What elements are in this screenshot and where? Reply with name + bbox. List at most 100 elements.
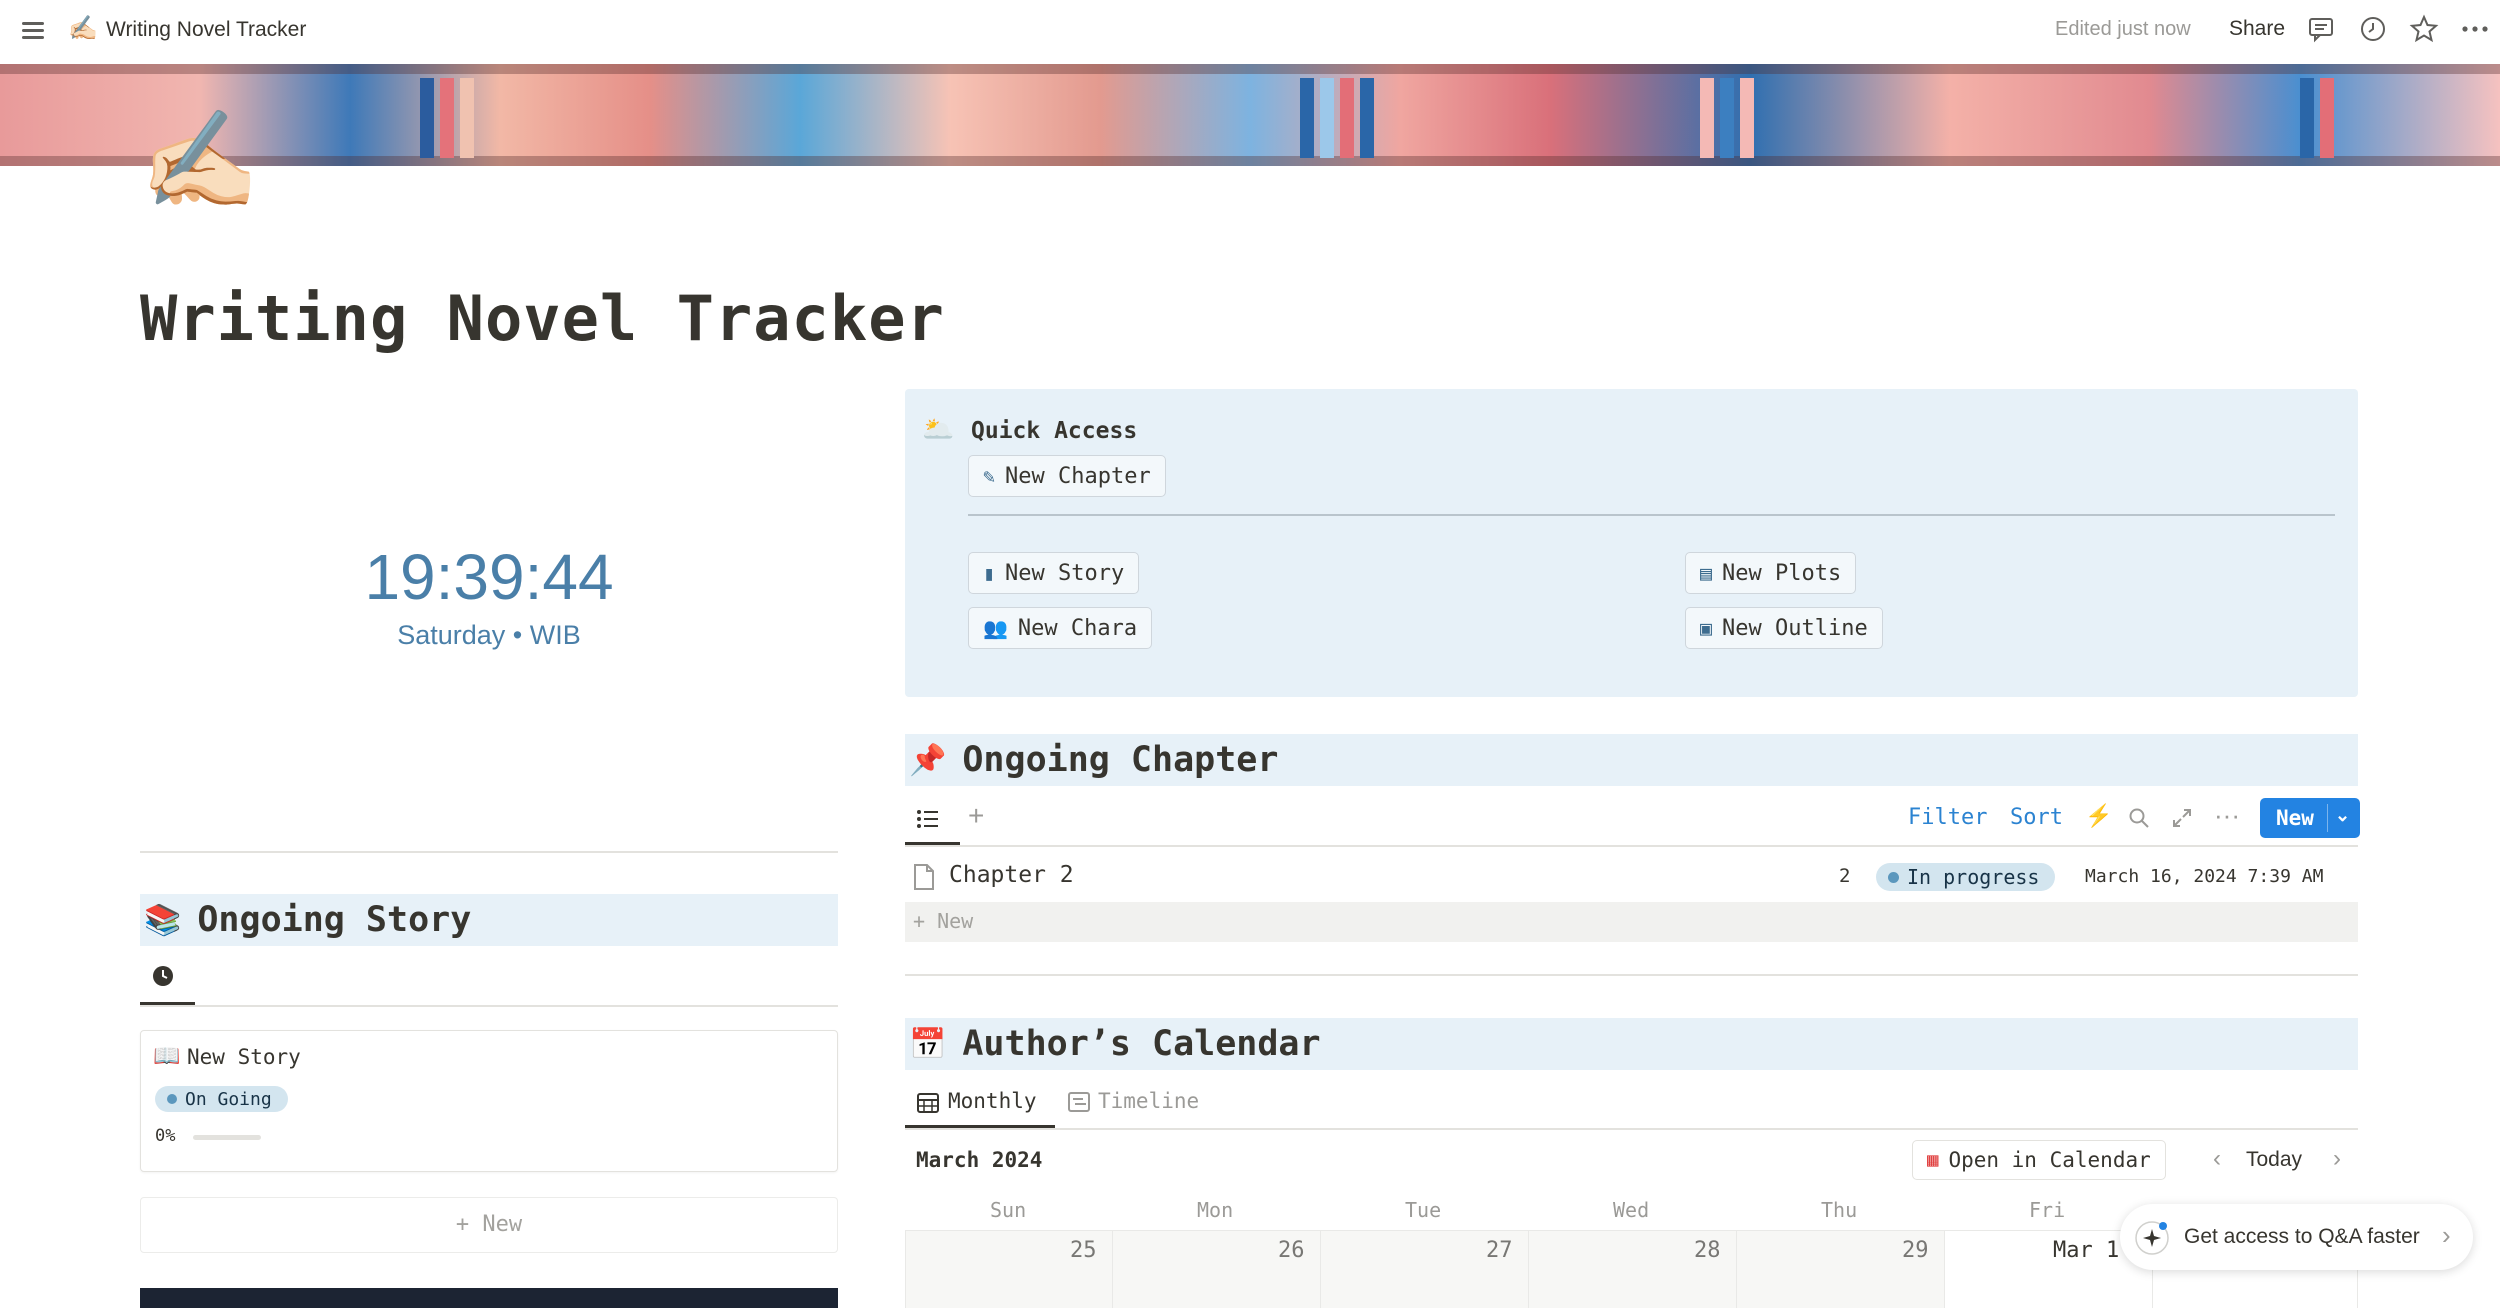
more-options-icon[interactable] [2460, 14, 2490, 44]
new-outline-label: New Outline [1722, 615, 1868, 641]
cloud-sun-icon: 🌥️ [922, 414, 955, 444]
breadcrumb-page-title[interactable]: Writing Novel Tracker [106, 18, 306, 42]
add-row-button[interactable]: + New [905, 902, 2358, 942]
new-story-label: New Story [1005, 560, 1125, 586]
calendar-date: 29 [1902, 1238, 1929, 1263]
open-book-icon: 📖 [153, 1043, 181, 1068]
calendar-app-icon: ▦ [1927, 1149, 1939, 1171]
new-entry-button[interactable]: New ⌄ [2260, 798, 2360, 838]
divider [905, 974, 2358, 976]
ongoing-chapter-header: 📌 Ongoing Chapter [905, 734, 2358, 786]
today-button[interactable]: Today [2246, 1148, 2302, 1172]
calendar-title: Author’s Calendar [962, 1024, 1321, 1064]
automation-bolt-icon[interactable]: ⚡ [2085, 803, 2112, 829]
ongoing-story-title: Ongoing Story [197, 900, 472, 940]
weekday-label: Fri [2029, 1198, 2066, 1222]
divider [905, 1128, 2358, 1130]
chevron-left-icon[interactable]: ‹ [2213, 1145, 2221, 1173]
add-row-label: + New [913, 909, 974, 933]
page-icon[interactable]: ✍🏻 [140, 106, 260, 216]
calendar-icon: 📅 [909, 1027, 947, 1061]
open-in-calendar-label: Open in Calendar [1948, 1148, 2151, 1172]
film-icon: ▣ [1700, 616, 1713, 640]
comments-icon[interactable] [2306, 14, 2336, 44]
chevron-right-icon: › [2442, 1220, 2451, 1250]
status-badge: In progress [1876, 863, 2056, 891]
story-name: New Story [187, 1045, 301, 1069]
books-icon: 📚 [144, 903, 182, 937]
page-icon [914, 864, 934, 890]
status-badge: On Going [155, 1086, 288, 1112]
history-clock-icon[interactable] [2358, 14, 2388, 44]
chapter-name: Chapter 2 [949, 862, 1074, 888]
calendar-date: 25 [1070, 1238, 1097, 1263]
status-label: In progress [1907, 865, 2040, 889]
weekday-label: Wed [1613, 1198, 1650, 1222]
new-plots-button[interactable]: ▤ New Plots [1685, 552, 1857, 594]
page-emoji-icon: ✍🏻 [68, 15, 98, 42]
weekday-label: Thu [1821, 1198, 1858, 1222]
weekday-label: Sun [990, 1198, 1027, 1222]
new-chapter-label: New Chapter [1005, 463, 1151, 489]
tab-timeline[interactable]: Timeline [1098, 1089, 1199, 1113]
favorite-star-icon[interactable] [2409, 14, 2439, 44]
book-icon: ▮ [983, 561, 996, 585]
table-row[interactable]: Chapter 2 2 In progress March 16, 2024 7… [905, 855, 2358, 899]
progress-bar [193, 1135, 261, 1140]
clock-time: 19:39:44 [364, 541, 614, 613]
clipboard-icon: ▤ [1700, 561, 1713, 585]
search-icon[interactable] [2127, 806, 2151, 830]
edit-list-icon: ✎ [983, 464, 996, 488]
new-plots-label: New Plots [1722, 560, 1842, 586]
gallery-cover [140, 1288, 838, 1308]
edited-status: Edited just now [2055, 18, 2191, 40]
ongoing-chapter-title: Ongoing Chapter [962, 740, 1279, 780]
calendar-date: Mar 1 [2053, 1238, 2120, 1263]
quick-access-title: Quick Access [971, 418, 1138, 444]
timeline-icon [1068, 1092, 1090, 1112]
progress-percent: 0% [155, 1126, 176, 1146]
new-outline-button[interactable]: ▣ New Outline [1685, 607, 1883, 649]
calendar-grid-icon [917, 1093, 939, 1113]
people-icon: 👥 [983, 616, 1008, 640]
toast-text: Get access to Q&A faster [2184, 1225, 2420, 1248]
more-options-icon[interactable]: ··· [2214, 800, 2240, 831]
divider [905, 845, 2358, 847]
open-in-calendar-button[interactable]: ▦ Open in Calendar [1912, 1140, 2166, 1180]
divider [140, 851, 838, 853]
add-view-icon[interactable]: + [968, 800, 984, 832]
cover-image [0, 64, 2500, 166]
sort-button[interactable]: Sort [2010, 805, 2063, 830]
clock-subtitle: Saturday • WIB [397, 620, 581, 650]
qa-promo-toast[interactable]: Get access to Q&A faster › [2120, 1204, 2473, 1270]
new-chara-button[interactable]: 👥 New Chara [968, 607, 1153, 649]
calendar-date: 26 [1278, 1238, 1305, 1263]
weekday-label: Mon [1197, 1198, 1234, 1222]
chevron-down-icon[interactable]: ⌄ [2335, 805, 2350, 826]
sparkle-icon [2135, 1221, 2169, 1255]
chapter-number: 2 [1839, 865, 1851, 887]
top-bar: ✍🏻 Writing Novel Tracker Edited just now… [0, 0, 2500, 62]
chevron-right-icon[interactable]: › [2333, 1145, 2341, 1173]
new-chapter-button[interactable]: ✎ New Chapter [968, 455, 1166, 497]
chapter-date: March 16, 2024 7:39 AM [2085, 866, 2324, 887]
filter-button[interactable]: Filter [1908, 805, 1987, 830]
expand-icon[interactable] [2170, 806, 2194, 830]
divider [140, 1005, 838, 1007]
page-title: Writing Novel Tracker [140, 282, 945, 355]
clock-view-icon[interactable] [151, 964, 175, 988]
new-entry-label: New [2276, 806, 2314, 830]
tab-monthly[interactable]: Monthly [948, 1089, 1037, 1113]
ongoing-story-header: 📚 Ongoing Story [140, 894, 838, 946]
weekday-label: Tue [1405, 1198, 1442, 1222]
calendar-date: 27 [1486, 1238, 1513, 1263]
share-button[interactable]: Share [2229, 17, 2285, 41]
status-label: On Going [185, 1088, 272, 1110]
list-view-icon[interactable] [915, 806, 941, 832]
calendar-month: March 2024 [916, 1148, 1043, 1172]
new-story-button[interactable]: ▮ New Story [968, 552, 1140, 594]
menu-icon[interactable] [20, 16, 48, 44]
calendar-date: 28 [1694, 1238, 1721, 1263]
pin-icon: 📌 [909, 743, 947, 777]
add-card-button[interactable]: + New [140, 1197, 838, 1253]
